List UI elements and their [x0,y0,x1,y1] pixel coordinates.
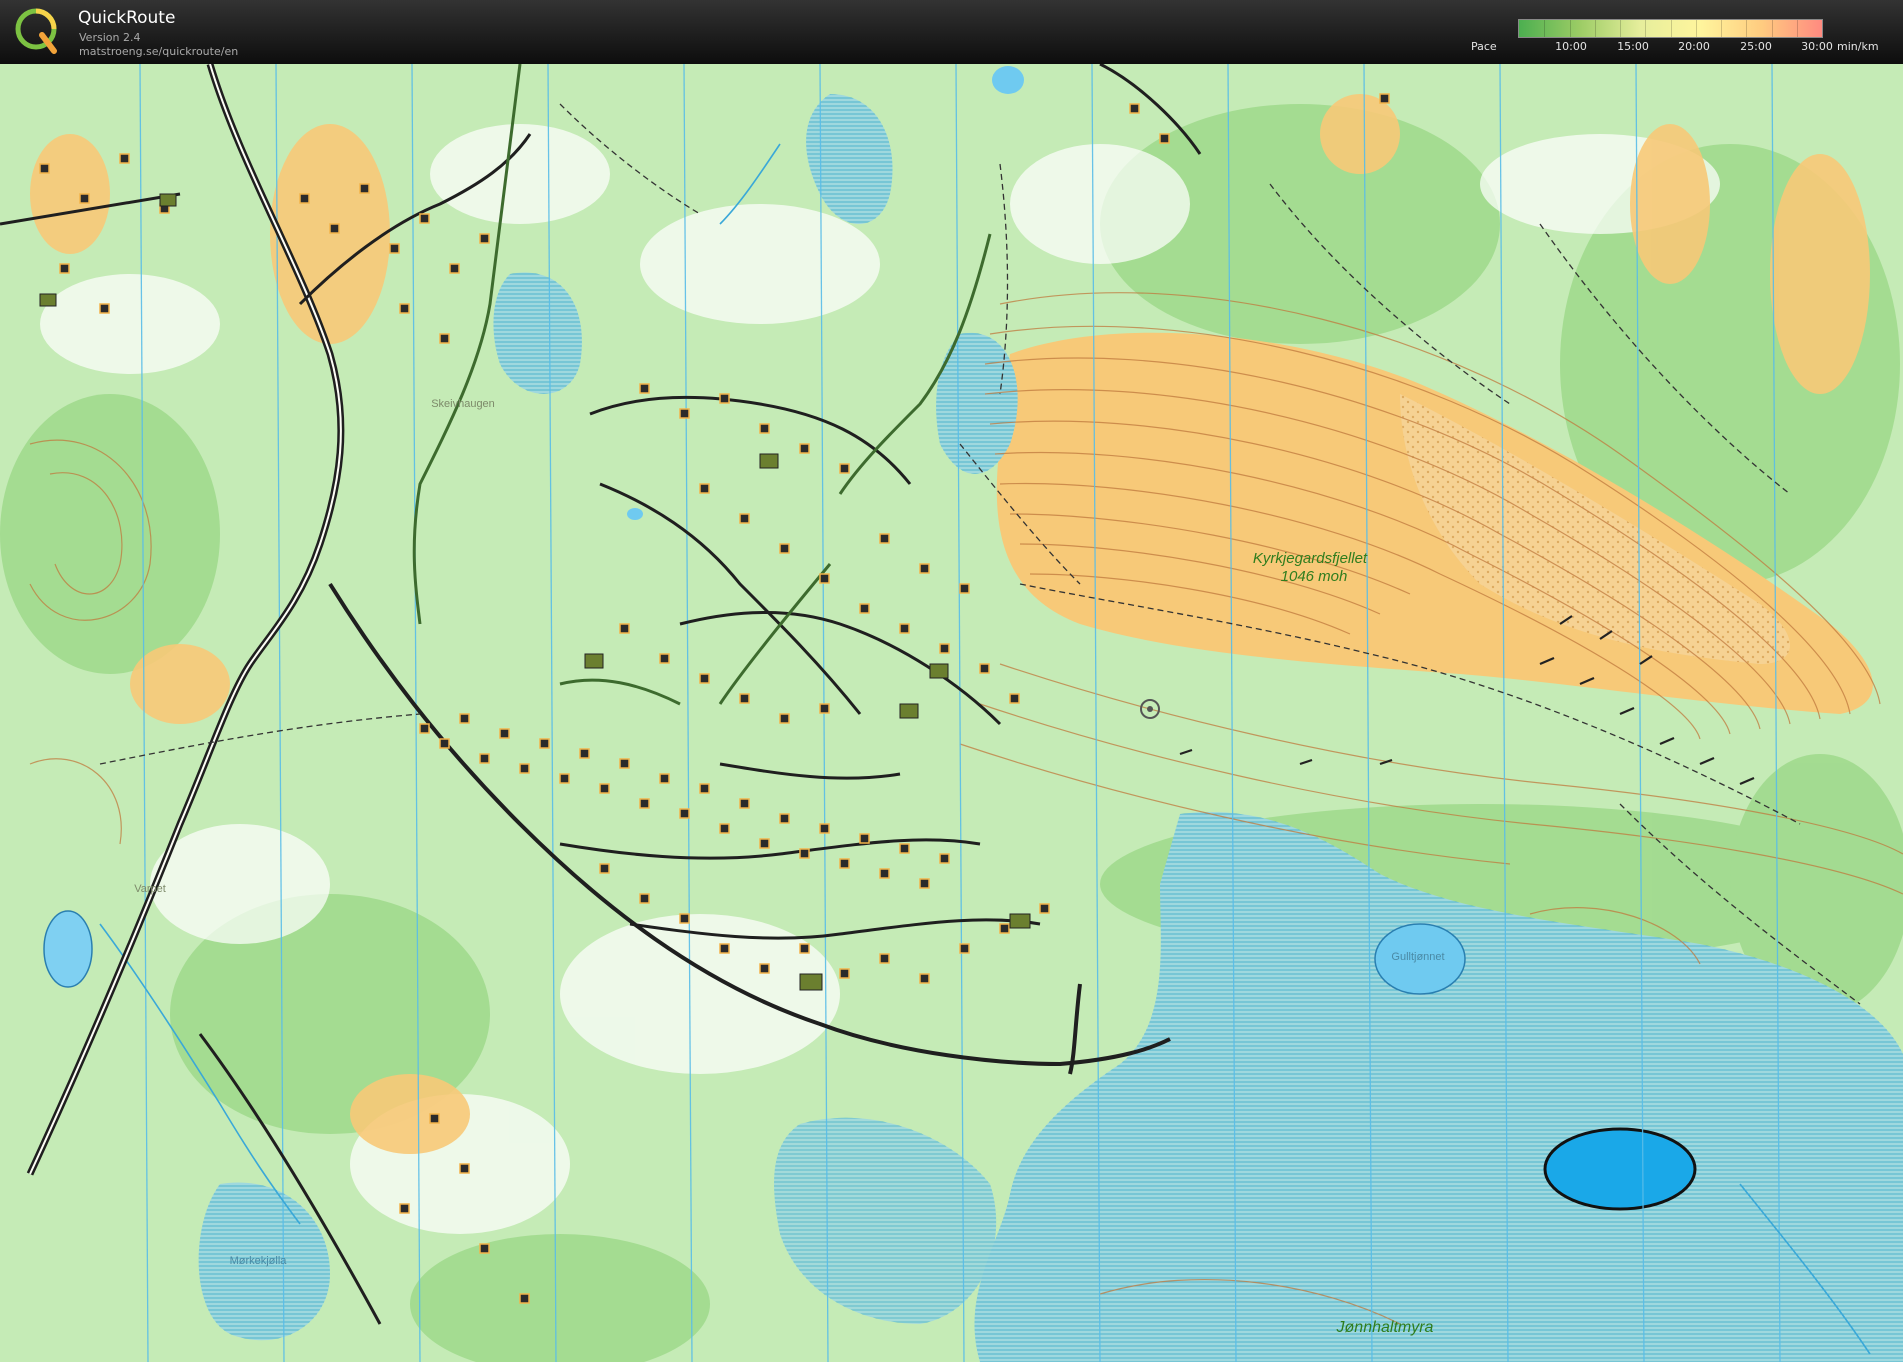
pace-tick-label: 25:00 [1740,40,1772,53]
lake-west [43,910,93,988]
pace-bar-divider [1645,20,1646,37]
pace-bar-divider [1671,20,1672,37]
pace-bar-divider [1797,20,1798,37]
pace-bar-divider [1570,20,1571,37]
app-url-link[interactable]: matstroeng.se/quickroute/en [79,45,238,58]
pace-bar-divider [1772,20,1773,37]
label-morkekjolla: Mørkekjølla [230,1255,288,1267]
pace-bar-divider [1544,20,1545,37]
pace-legend-label: Pace [1471,40,1497,53]
pace-bar-divider [1746,20,1747,37]
label-kyrkjegardsfjellet: Kyrkjegardsfjellet [1253,550,1368,567]
pace-tick-label: 15:00 [1617,40,1649,53]
lake-southeast [1543,1127,1697,1211]
pace-bar-divider [1620,20,1621,37]
pace-tick-label: 30:00 [1801,40,1833,53]
app-header: QuickRoute Version 2.4 matstroeng.se/qui… [0,0,1903,64]
label-skeivhaugen: Skeivhaugen [431,398,495,410]
app-title: QuickRoute [78,8,176,28]
pace-bar-divider [1696,20,1697,37]
summit-marker-inner [1147,706,1153,712]
pace-tick-label: 10:00 [1555,40,1587,53]
map-canvas[interactable]: Kyrkjegardsfjellet 1046 moh Jønnhaltmyra… [0,64,1903,1362]
label-varpet: Varpet [134,883,166,895]
app-version: Version 2.4 [79,31,141,44]
pace-gradient-bar [1518,19,1823,38]
label-gulltjonnet: Gulltjønnet [1391,951,1444,963]
label-elevation: 1046 moh [1281,568,1348,585]
pace-unit-label: min/km [1837,40,1879,53]
pace-bar-divider [1595,20,1596,37]
pace-bar-divider [1721,20,1722,37]
orienteering-map[interactable]: Kyrkjegardsfjellet 1046 moh Jønnhaltmyra… [0,64,1903,1362]
quickroute-logo-icon [15,8,57,54]
pond-north [992,66,1024,94]
pace-tick-label: 20:00 [1678,40,1710,53]
pond-small [627,508,643,520]
label-jonnhaltmyra: Jønnhaltmyra [1336,1319,1434,1336]
